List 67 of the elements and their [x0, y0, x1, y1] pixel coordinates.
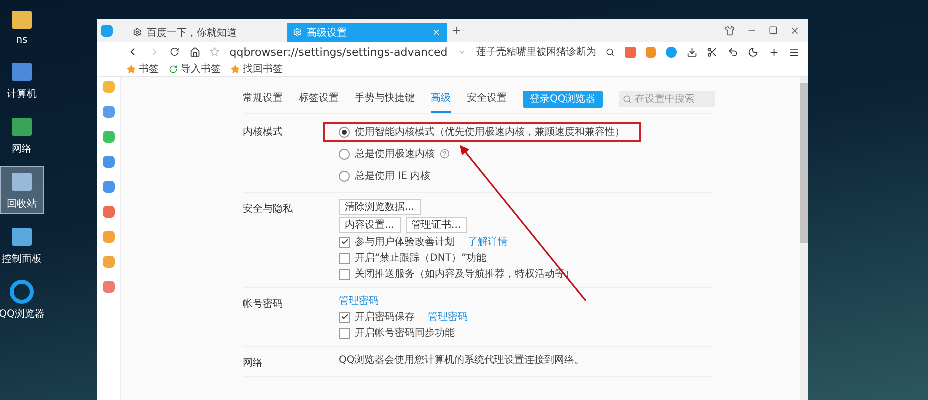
- radio-button[interactable]: [339, 148, 350, 160]
- desktop-icon[interactable]: 计算机: [0, 56, 44, 104]
- close-icon[interactable]: [432, 28, 441, 37]
- scissors-icon[interactable]: [707, 46, 718, 58]
- help-icon[interactable]: [440, 149, 450, 159]
- checkbox[interactable]: [339, 268, 350, 280]
- desktop-icon[interactable]: ns: [0, 4, 44, 49]
- section-title: 帐号密码: [243, 298, 284, 311]
- bookmark-item[interactable]: 找回书签: [231, 62, 283, 76]
- desktop-icon[interactable]: QQ浏览器: [0, 276, 44, 324]
- settings-button[interactable]: 内容设置...: [339, 217, 401, 233]
- bookmark-item[interactable]: 书签: [127, 62, 159, 76]
- settings-tab[interactable]: 安全设置: [467, 85, 507, 113]
- tab-icon: [293, 28, 302, 37]
- plus-icon[interactable]: [768, 46, 780, 58]
- desktop-icon-label: 网络: [12, 143, 32, 156]
- settings-tab[interactable]: 手势与快捷键: [355, 85, 415, 113]
- reload-icon[interactable]: [170, 47, 180, 57]
- section-title: 内核模式: [243, 126, 284, 139]
- menu-icon[interactable]: [789, 46, 800, 58]
- import-icon: [169, 64, 178, 74]
- desktop-icon-label: ns: [16, 35, 28, 46]
- browser-tab[interactable]: 百度一下，你就知道: [127, 23, 287, 42]
- search-suggestion[interactable]: 莲子壳粘嘴里被困猪诊断为: [476, 45, 596, 59]
- checkbox[interactable]: [339, 312, 350, 322]
- radio-button[interactable]: [339, 170, 350, 182]
- skin-icon[interactable]: [725, 26, 735, 36]
- tab-icon: [133, 28, 142, 37]
- option-label: 总是使用 IE 内核: [355, 170, 431, 183]
- settings-button[interactable]: 管理证书...: [406, 217, 468, 233]
- desktop-icon-label: 控制面板: [2, 252, 42, 266]
- option-label: 开启密码保存: [355, 310, 415, 324]
- option-label: 开启帐号密码同步功能: [355, 326, 455, 340]
- home-icon[interactable]: [190, 46, 200, 58]
- bookmark-item[interactable]: 导入书签: [169, 62, 221, 76]
- desktop-icon[interactable]: 回收站: [0, 166, 44, 214]
- app-icon[interactable]: [625, 46, 636, 58]
- close-icon[interactable]: [790, 26, 800, 36]
- search-field[interactable]: 在设置中搜索: [618, 91, 715, 107]
- desktop-icon-label: QQ浏览器: [0, 308, 45, 321]
- desktop-icon-label: 回收站: [7, 198, 37, 211]
- desktop-icon[interactable]: 控制面板: [0, 221, 44, 269]
- maximize-icon[interactable]: [769, 26, 778, 35]
- checkbox[interactable]: [339, 236, 350, 248]
- desktop-icon-label: 计算机: [7, 88, 37, 101]
- scrollbar[interactable]: [800, 77, 808, 400]
- undo-icon[interactable]: [728, 46, 738, 58]
- new-tab-icon[interactable]: [451, 25, 462, 36]
- radio-button[interactable]: [339, 126, 350, 138]
- settings-tab[interactable]: 高级: [431, 85, 451, 113]
- settings-tab[interactable]: 常规设置: [243, 85, 283, 113]
- section-title: 安全与隐私: [243, 202, 294, 216]
- checkbox[interactable]: [339, 252, 350, 264]
- option-label: 开启“禁止跟踪（DNT）”功能: [355, 252, 487, 265]
- desktop-icon[interactable]: 网络: [0, 111, 44, 159]
- option-label: 总是使用极速内核: [355, 148, 435, 161]
- download-icon[interactable]: [686, 46, 698, 58]
- section-title: 网络: [243, 357, 264, 370]
- settings-tab[interactable]: 标签设置: [299, 85, 339, 113]
- app-icon[interactable]: [666, 46, 677, 58]
- checkbox[interactable]: [339, 328, 350, 338]
- description-text: QQ浏览器会使用您计算机的系统代理设置连接到网络。: [339, 354, 585, 367]
- moon-icon[interactable]: [748, 46, 759, 58]
- address-field[interactable]: qqbrowser://settings/settings-advanced: [230, 46, 448, 58]
- option-label: 参与用户体验改善计划: [355, 236, 455, 249]
- option-label: 使用智能内核模式（优先使用极速内核，兼顾速度和兼容性）: [355, 126, 625, 139]
- settings-button[interactable]: 清除浏览数据...: [339, 199, 421, 215]
